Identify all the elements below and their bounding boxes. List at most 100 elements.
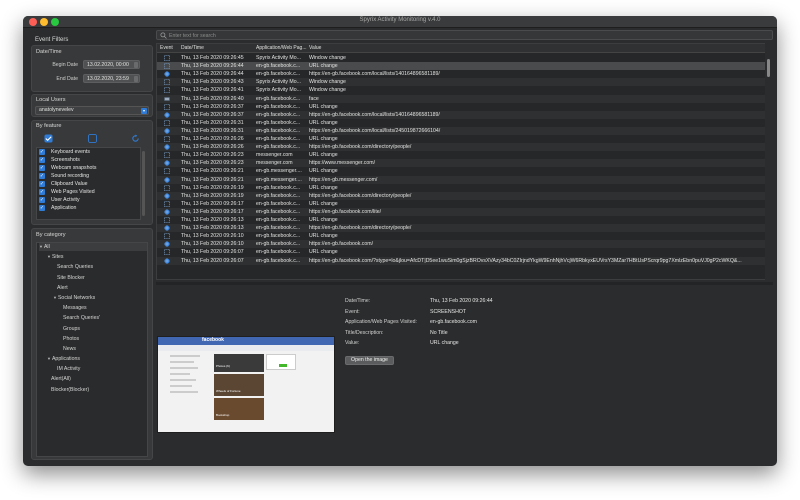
tree-item-social-networks[interactable]: ▼Social Networks xyxy=(53,294,95,302)
tree-item-applications[interactable]: ▼Applications xyxy=(47,355,80,363)
row-application: Spyrix Activity Mo... xyxy=(256,55,301,61)
row-date: Thu, 13 Feb 2020 09:26:10 xyxy=(181,233,244,240)
checkbox-checked-icon[interactable]: ✓ xyxy=(39,165,45,171)
screenshot-icon xyxy=(164,200,170,207)
table-row[interactable]: Thu, 13 Feb 2020 09:26:31 en-gb.facebook.… xyxy=(157,119,765,127)
row-application: en-gb.facebook.c... xyxy=(256,200,301,207)
table-row[interactable]: Thu, 13 Feb 2020 09:26:10 en-gb.facebook.… xyxy=(157,240,765,249)
uncheck-all-icon[interactable] xyxy=(87,134,97,143)
tree-item-search-queries[interactable]: Search Queries xyxy=(57,263,93,271)
table-row[interactable]: Thu, 13 Feb 2020 09:26:13 en-gb.facebook.… xyxy=(157,216,765,224)
row-application: en-gb.facebook.c... xyxy=(256,71,301,78)
checkbox-checked-icon[interactable]: ✓ xyxy=(39,205,45,211)
row-date: Thu, 13 Feb 2020 09:26:19 xyxy=(181,184,244,191)
checkbox-checked-icon[interactable]: ✓ xyxy=(39,173,45,179)
detail-value-datetime: Thu, 13 Feb 2020 09:26:44 xyxy=(430,298,493,304)
table-row[interactable]: Thu, 13 Feb 2020 09:26:31 en-gb.facebook.… xyxy=(157,126,765,135)
table-row[interactable]: Thu, 13 Feb 2020 09:26:37 en-gb.facebook.… xyxy=(157,110,765,119)
table-row[interactable]: Thu, 13 Feb 2020 09:26:21 en-gb.messenger… xyxy=(157,175,765,184)
screenshot-thumbnail[interactable]: facebook Photos (6) Wheels of Fortune Bo… xyxy=(157,336,335,433)
tree-item-groups[interactable]: Groups xyxy=(63,325,80,333)
column-header-event[interactable]: Event xyxy=(160,44,173,53)
tree-item-sites[interactable]: ▼Sites xyxy=(47,253,64,261)
table-row[interactable]: Thu, 13 Feb 2020 09:26:23 messenger.com ht… xyxy=(157,159,765,168)
table-scrollbar[interactable] xyxy=(765,43,772,280)
feature-item[interactable]: ✓ Keyboard events xyxy=(39,148,90,156)
tree-item-messages[interactable]: Messages xyxy=(63,304,87,312)
row-value: URL change xyxy=(309,217,338,223)
tree-item-all[interactable]: ▼All xyxy=(39,243,147,251)
disclosure-open-icon[interactable]: ▼ xyxy=(39,244,43,249)
feature-item[interactable]: ✓ Web Pages Visited xyxy=(39,188,95,196)
table-row[interactable]: Thu, 13 Feb 2020 09:26:37 en-gb.facebook.… xyxy=(157,103,765,111)
table-row[interactable]: Thu, 13 Feb 2020 09:26:23 messenger.com UR… xyxy=(157,151,765,159)
feature-item[interactable]: ✓ Screenshots xyxy=(39,156,80,164)
tree-item-social-search-queries[interactable]: Search Queries' xyxy=(63,314,100,322)
category-tree: ▼All ▼Sites Search Queries Site Blocker … xyxy=(36,242,148,457)
search-input[interactable]: Enter text for search xyxy=(169,32,216,40)
tree-item-alert[interactable]: Alert xyxy=(57,284,68,292)
row-value: URL change xyxy=(309,249,338,256)
tree-item-alert-all[interactable]: Alert(All) xyxy=(51,375,71,383)
table-row[interactable]: Thu, 13 Feb 2020 09:26:13 en-gb.facebook.… xyxy=(157,224,765,233)
checkbox-checked-icon[interactable]: ✓ xyxy=(39,157,45,163)
table-row[interactable]: Thu, 13 Feb 2020 09:26:07 en-gb.facebook.… xyxy=(157,248,765,256)
row-value: URL change xyxy=(309,168,338,175)
tree-item-blocker[interactable]: Blocker(Blocker) xyxy=(51,386,89,394)
table-row[interactable]: Thu, 13 Feb 2020 09:26:19 en-gb.facebook.… xyxy=(157,184,765,192)
globe-icon xyxy=(164,193,170,199)
disclosure-open-icon[interactable]: ▼ xyxy=(53,295,57,300)
tree-item-photos[interactable]: Photos xyxy=(63,335,79,343)
row-date: Thu, 13 Feb 2020 09:26:21 xyxy=(181,168,244,175)
by-feature-title: By feature xyxy=(36,123,62,129)
tree-item-im-activity[interactable]: IM Activity xyxy=(57,365,80,373)
feature-item[interactable]: ✓ User Activity xyxy=(39,196,80,204)
begin-date-field[interactable]: 13.02.2020, 00:00 xyxy=(83,60,140,69)
pane-splitter[interactable] xyxy=(156,282,773,285)
table-row[interactable]: Thu, 13 Feb 2020 09:26:17 en-gb.facebook.… xyxy=(157,207,765,216)
table-row[interactable]: Thu, 13 Feb 2020 09:26:26 en-gb.facebook.… xyxy=(157,135,765,143)
check-all-icon[interactable] xyxy=(44,134,53,143)
row-date: Thu, 13 Feb 2020 09:26:37 xyxy=(181,103,244,110)
by-category-panel: By category ▼All ▼Sites Search Queries S… xyxy=(31,228,153,460)
feature-item[interactable]: ✓ Application xyxy=(39,204,76,212)
feature-item[interactable]: ✓ Webcam snapshots xyxy=(39,164,96,172)
feature-item[interactable]: ✓ Clipboard Value xyxy=(39,180,88,188)
table-row[interactable]: Thu, 13 Feb 2020 09:26:21 en-gb.messenger… xyxy=(157,167,765,175)
row-value: URL change xyxy=(309,63,338,70)
open-image-button[interactable]: Open the image xyxy=(345,356,394,365)
feature-item[interactable]: ✓ Sound recording xyxy=(39,172,89,180)
table-row[interactable]: Thu, 13 Feb 2020 09:26:19 en-gb.facebook.… xyxy=(157,191,765,200)
disclosure-open-icon[interactable]: ▼ xyxy=(47,254,51,259)
end-date-stepper[interactable] xyxy=(134,76,138,82)
column-header-date[interactable]: Date/Time xyxy=(181,44,204,53)
search-bar[interactable]: Enter text for search xyxy=(156,30,773,40)
begin-date-stepper[interactable] xyxy=(134,62,138,68)
table-row[interactable]: Thu, 13 Feb 2020 09:26:43 Spyrix Activity… xyxy=(157,78,765,87)
tree-item-site-blocker[interactable]: Site Blocker xyxy=(57,274,85,282)
checkbox-checked-icon[interactable]: ✓ xyxy=(39,189,45,195)
column-header-application[interactable]: Application/Web Pag... xyxy=(256,44,307,53)
column-header-value[interactable]: Value xyxy=(309,44,321,53)
disclosure-open-icon[interactable]: ▼ xyxy=(47,356,51,361)
row-value: URL change xyxy=(309,184,338,191)
table-row[interactable]: Thu, 13 Feb 2020 09:26:44 en-gb.facebook.… xyxy=(157,70,765,78)
table-row[interactable]: Thu, 13 Feb 2020 09:26:45 Spyrix Activity… xyxy=(157,54,765,62)
tree-item-news[interactable]: News xyxy=(63,345,76,353)
table-row[interactable]: Thu, 13 Feb 2020 09:26:40 en-gb.facebook.… xyxy=(157,94,765,103)
checkbox-checked-icon[interactable]: ✓ xyxy=(39,181,45,187)
feature-list-scrollbar[interactable] xyxy=(142,151,145,216)
table-scrollbar-thumb[interactable] xyxy=(767,59,770,77)
refresh-icon[interactable] xyxy=(131,134,140,143)
checkbox-checked-icon[interactable]: ✓ xyxy=(39,197,45,203)
checkbox-checked-icon[interactable]: ✓ xyxy=(39,149,45,155)
table-row[interactable]: Thu, 13 Feb 2020 09:26:44 en-gb.facebook.… xyxy=(157,62,765,71)
row-value: https://en-gb.facebook.com/?stype=lo&jlo… xyxy=(309,257,742,264)
table-row[interactable]: Thu, 13 Feb 2020 09:26:41 Spyrix Activity… xyxy=(157,86,765,94)
local-user-select[interactable]: anatolynevelev ▾ xyxy=(35,106,149,115)
table-row[interactable]: Thu, 13 Feb 2020 09:26:17 en-gb.facebook.… xyxy=(157,200,765,208)
table-row[interactable]: Thu, 13 Feb 2020 09:26:26 en-gb.facebook.… xyxy=(157,143,765,152)
end-date-field[interactable]: 13.02.2020, 23:59 xyxy=(83,74,140,83)
table-row[interactable]: Thu, 13 Feb 2020 09:26:10 en-gb.facebook.… xyxy=(157,232,765,240)
table-row[interactable]: Thu, 13 Feb 2020 09:26:07 en-gb.facebook.… xyxy=(157,256,765,265)
